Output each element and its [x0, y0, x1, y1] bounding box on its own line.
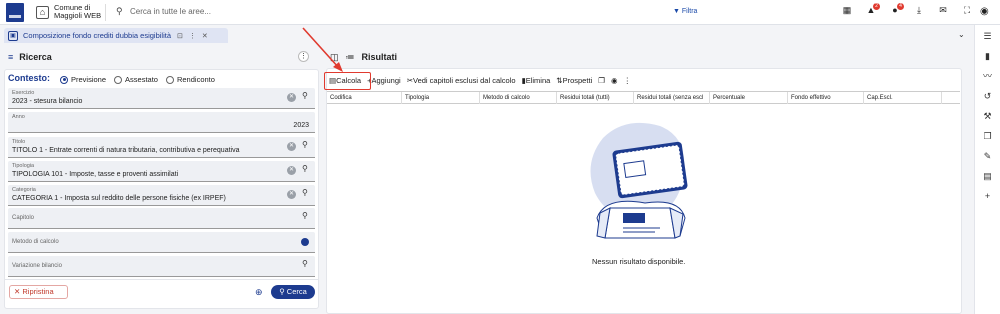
- radio-button[interactable]: [114, 75, 123, 84]
- history-icon[interactable]: ↺: [975, 88, 1000, 105]
- field-tipologia[interactable]: Tipologia TIPOLOGIA 101 - Imposte, tasse…: [8, 161, 315, 182]
- mail-icon[interactable]: ✉: [931, 5, 955, 19]
- elimina-button[interactable]: ▮Elimina: [522, 75, 551, 87]
- list-icon: ≔: [345, 52, 355, 62]
- aggiungi-button[interactable]: +Aggiungi: [367, 75, 401, 87]
- tools-icon[interactable]: ⚒: [975, 108, 1000, 125]
- results-table-header: Codifica Tipologia Metodo di calcolo Res…: [327, 91, 960, 104]
- copy-icon[interactable]: ❐: [598, 75, 605, 87]
- field-capitolo[interactable]: Capitolo ⚲: [8, 208, 315, 229]
- empty-state-illustration: [590, 122, 688, 239]
- close-icon[interactable]: ✕: [202, 32, 208, 40]
- more-icon[interactable]: ⋮: [623, 75, 631, 87]
- zoom-icon[interactable]: ⊕: [255, 287, 263, 298]
- search-input[interactable]: Cerca in tutte le aree...: [130, 7, 211, 16]
- prospetti-button[interactable]: ⇅Prospetti: [556, 75, 592, 87]
- search-button[interactable]: ⚲ Cerca: [271, 285, 315, 299]
- file-icon[interactable]: ▤: [975, 168, 1000, 185]
- trend-icon[interactable]: 〰: [975, 68, 1000, 85]
- pin-icon[interactable]: ⊡: [177, 32, 183, 40]
- annotation-box: [324, 72, 371, 90]
- tab-composizione-fondo[interactable]: ▣ Composizione fondo crediti dubbia esig…: [4, 28, 228, 43]
- notification-badge: 4: [897, 3, 904, 10]
- search-icon[interactable]: ⚲: [302, 211, 308, 220]
- column-header[interactable]: Fondo effettivo: [788, 92, 864, 104]
- top-bar: ⌂ Comune di Maggioli WEB ⚲ Cerca in tutt…: [0, 0, 1000, 25]
- filter-button[interactable]: ▼ Filtra: [673, 6, 713, 18]
- fullscreen-icon[interactable]: ⛶: [955, 5, 979, 19]
- grid-icon[interactable]: ▦: [835, 5, 859, 19]
- search-panel-menu-icon[interactable]: ⋮: [298, 51, 309, 62]
- document-icon: ▣: [8, 30, 18, 41]
- radio-previsione[interactable]: Previsione: [60, 75, 106, 84]
- alert-badge: 2: [873, 3, 880, 10]
- maggioli-logo[interactable]: [6, 3, 24, 22]
- field-esercizio[interactable]: Esercizio 2023 - stesura bilancio ✕ ⚲: [8, 88, 315, 109]
- clear-icon[interactable]: ✕: [287, 142, 296, 151]
- panel-toggle-icon[interactable]: ◫: [330, 52, 339, 62]
- right-sidebar: ☰ ▮ 〰 ↺ ⚒ ❐ ✎ ▤ +: [974, 25, 1000, 314]
- context-label: Contesto:: [8, 73, 50, 83]
- field-metodo-di-calcolo[interactable]: Metodo di calcolo: [8, 232, 315, 253]
- search-icon[interactable]: ⚲: [302, 188, 308, 197]
- edit-icon[interactable]: ✎: [975, 148, 1000, 165]
- global-search[interactable]: ⚲ Cerca in tutte le aree... ▼ Filtra: [113, 4, 713, 20]
- search-icon[interactable]: ⚲: [302, 164, 308, 173]
- column-header[interactable]: Metodo di calcolo: [480, 92, 557, 104]
- radio-button[interactable]: [60, 75, 68, 84]
- divider: [105, 4, 106, 21]
- clear-icon[interactable]: ✕: [287, 166, 296, 175]
- column-header[interactable]: Residui totali (tutti): [557, 92, 634, 104]
- radio-assestato[interactable]: Assestato: [114, 75, 158, 84]
- field-categoria[interactable]: Categoria CATEGORIA 1 - Imposta sul redd…: [8, 185, 315, 206]
- search-icon[interactable]: ⚲: [302, 91, 308, 100]
- search-panel-title: ≡ Ricerca: [8, 52, 52, 62]
- empty-message: Nessun risultato disponibile.: [592, 257, 686, 266]
- dropdown-icon[interactable]: [301, 238, 309, 246]
- app-name: Comune di Maggioli WEB: [54, 3, 102, 20]
- add-icon[interactable]: +: [975, 188, 1000, 205]
- book-icon[interactable]: ▮: [975, 48, 1000, 65]
- kebab-icon[interactable]: ⋮: [189, 32, 196, 40]
- copy-icon[interactable]: ❐: [975, 128, 1000, 145]
- clear-icon[interactable]: ✕: [287, 190, 296, 199]
- column-header[interactable]: Tipologia: [402, 92, 480, 104]
- bell-icon[interactable]: ● 4: [883, 3, 907, 19]
- municipality-icon[interactable]: ⌂: [36, 6, 49, 19]
- column-header[interactable]: Codifica: [327, 92, 402, 104]
- vedi-capitoli-button[interactable]: ✂Vedi capitoli esclusi dal calcolo: [407, 75, 516, 87]
- search-icon[interactable]: ⚲: [302, 140, 308, 149]
- search-icon[interactable]: ⚲: [302, 259, 308, 268]
- field-titolo[interactable]: Titolo TITOLO 1 - Entrate correnti di na…: [8, 137, 315, 158]
- user-icon[interactable]: ◉: [980, 6, 989, 17]
- clear-icon[interactable]: ✕: [287, 93, 296, 102]
- context-radios: Previsione Assestato Rendiconto: [60, 75, 223, 84]
- list-icon[interactable]: ☰: [975, 28, 1000, 45]
- alert-icon[interactable]: ▲ 2: [859, 3, 883, 19]
- filter-list-icon: ≡: [8, 52, 14, 62]
- reset-button[interactable]: ✕ Ripristina: [9, 285, 68, 299]
- results-title: ◫ ≔ Risultati: [330, 52, 398, 62]
- search-icon: ⚲: [116, 6, 123, 16]
- download-icon[interactable]: ⤓: [907, 5, 931, 19]
- top-icons: ▦ ▲ 2 ● 4 ⤓ ✉ ⛶: [835, 3, 979, 19]
- results-toolbar: ▤Calcola +Aggiungi ✂Vedi capitoli esclus…: [329, 75, 637, 87]
- radio-rendiconto[interactable]: Rendiconto: [165, 75, 215, 84]
- field-anno[interactable]: Anno 2023: [8, 112, 315, 133]
- column-header[interactable]: Cap.Escl.: [864, 92, 942, 104]
- tab-row: ▣ Composizione fondo crediti dubbia esig…: [0, 25, 1000, 44]
- column-header[interactable]: Percentuale: [710, 92, 788, 104]
- field-variazione-bilancio[interactable]: Variazione bilancio ⚲: [8, 256, 315, 277]
- chevron-down-icon[interactable]: ⌄: [958, 30, 965, 39]
- column-header[interactable]: Residui totali (senza escl: [634, 92, 710, 104]
- eye-icon[interactable]: ◉: [611, 75, 618, 87]
- radio-button[interactable]: [165, 75, 174, 84]
